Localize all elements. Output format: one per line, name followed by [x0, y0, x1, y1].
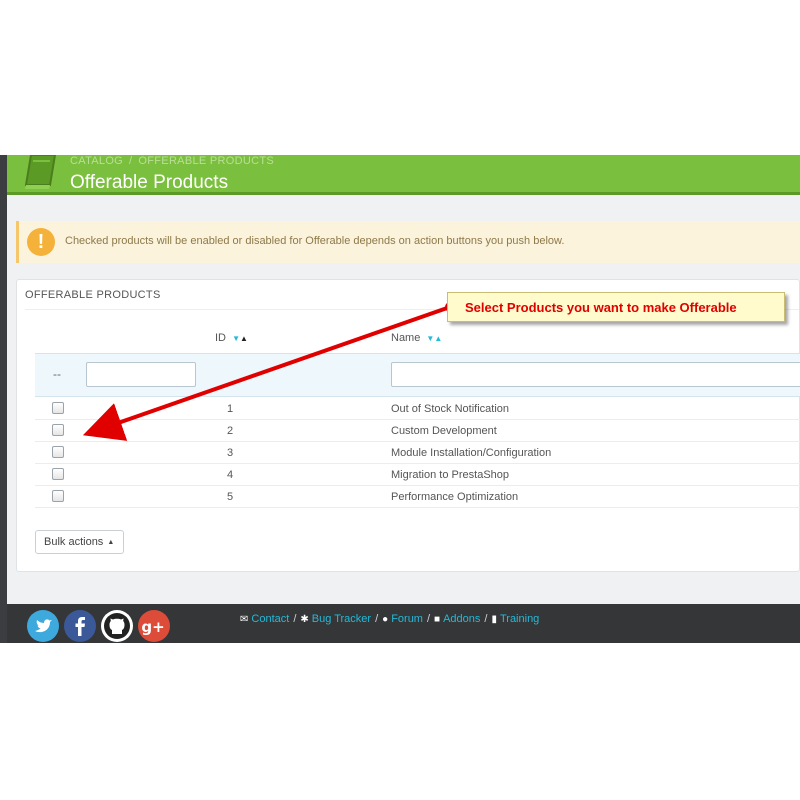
- column-header-name[interactable]: Name ▼▲: [391, 332, 442, 344]
- table-row: 1 Out of Stock Notification: [35, 398, 800, 420]
- bug-icon: ✱: [300, 614, 309, 625]
- footer-link-training[interactable]: Training: [500, 613, 539, 625]
- name-filter-input[interactable]: [391, 362, 800, 387]
- footer-link-contact[interactable]: Contact: [251, 613, 289, 625]
- breadcrumb: CATALOG / OFFERABLE PRODUCTS: [70, 155, 274, 167]
- footer-link-bug-tracker[interactable]: Bug Tracker: [312, 613, 371, 625]
- filter-row: --: [35, 353, 800, 397]
- row-checkbox[interactable]: [52, 490, 64, 502]
- row-name: Out of Stock Notification: [391, 403, 509, 415]
- row-checkbox[interactable]: [52, 424, 64, 436]
- row-id: 3: [226, 447, 234, 459]
- offerable-products-panel: OFFERABLE PRODUCTS ID ▼▲ Name ▼▲ -- 1 Ou…: [16, 279, 800, 572]
- row-id: 5: [226, 491, 234, 503]
- page-title: Offerable Products: [70, 172, 229, 193]
- twitter-icon[interactable]: [27, 610, 59, 642]
- column-header-name-label: Name: [391, 332, 421, 344]
- caret-up-icon: ▲: [107, 539, 115, 546]
- left-sidebar-edge: [0, 155, 7, 643]
- google-plus-icon[interactable]: g+: [138, 610, 170, 642]
- comments-icon: ●: [382, 614, 389, 625]
- table-row: 5 Performance Optimization: [35, 486, 800, 508]
- panel-heading: OFFERABLE PRODUCTS: [25, 289, 161, 301]
- sort-asc-icon[interactable]: ▲: [240, 334, 248, 343]
- table-row: 4 Migration to PrestaShop: [35, 464, 800, 486]
- row-name: Custom Development: [391, 425, 497, 437]
- column-header-id-label: ID: [215, 332, 226, 344]
- breadcrumb-separator: /: [129, 155, 133, 167]
- id-filter-input[interactable]: [86, 362, 196, 387]
- row-checkbox[interactable]: [52, 468, 64, 480]
- info-alert: ! Checked products will be enabled or di…: [16, 221, 800, 263]
- breadcrumb-item-catalog[interactable]: CATALOG: [70, 155, 123, 167]
- footer-link-forum[interactable]: Forum: [391, 613, 423, 625]
- row-id: 4: [226, 469, 234, 481]
- callout-text: Select Products you want to make Offerab…: [465, 300, 737, 315]
- row-id: 2: [226, 425, 234, 437]
- github-icon[interactable]: [101, 610, 133, 642]
- alert-text: Checked products will be enabled or disa…: [65, 235, 565, 247]
- sort-desc-icon[interactable]: ▼: [232, 334, 240, 343]
- row-name: Module Installation/Configuration: [391, 447, 552, 459]
- screenshot-frame: CATALOG / OFFERABLE PRODUCTS Offerable Pro…: [0, 155, 800, 643]
- envelope-icon: ✉: [240, 614, 249, 625]
- footer-links: ✉ Contact / ✱ Bug Tracker / ● Forum / ■ Addons / ▮ Tr…: [240, 613, 540, 625]
- footer-link-addons[interactable]: Addons: [443, 613, 480, 625]
- filter-placeholder-dash: --: [53, 367, 61, 381]
- book-icon: ▮: [491, 614, 497, 625]
- row-checkbox[interactable]: [52, 446, 64, 458]
- bulk-actions-button[interactable]: Bulk actions ▲: [35, 530, 124, 554]
- page-header: CATALOG / OFFERABLE PRODUCTS Offerable Pro…: [7, 155, 800, 195]
- facebook-icon[interactable]: [64, 610, 96, 642]
- row-name: Performance Optimization: [391, 491, 519, 503]
- exclamation-icon: !: [27, 228, 55, 256]
- row-checkbox[interactable]: [52, 402, 64, 414]
- row-id: 1: [226, 403, 234, 415]
- table-row: 2 Custom Development: [35, 420, 800, 442]
- book-icon: [19, 155, 59, 191]
- table-row: 3 Module Installation/Configuration: [35, 442, 800, 464]
- breadcrumb-item-offerable-products[interactable]: OFFERABLE PRODUCTS: [138, 155, 274, 167]
- puzzle-icon: ■: [434, 614, 441, 625]
- svg-text:g+: g+: [141, 618, 164, 636]
- sort-asc-icon[interactable]: ▲: [434, 334, 442, 343]
- bulk-actions-label: Bulk actions: [44, 536, 104, 548]
- row-name: Migration to PrestaShop: [391, 469, 510, 481]
- annotation-callout: Select Products you want to make Offerab…: [447, 292, 785, 322]
- column-header-id[interactable]: ID ▼▲: [215, 332, 248, 344]
